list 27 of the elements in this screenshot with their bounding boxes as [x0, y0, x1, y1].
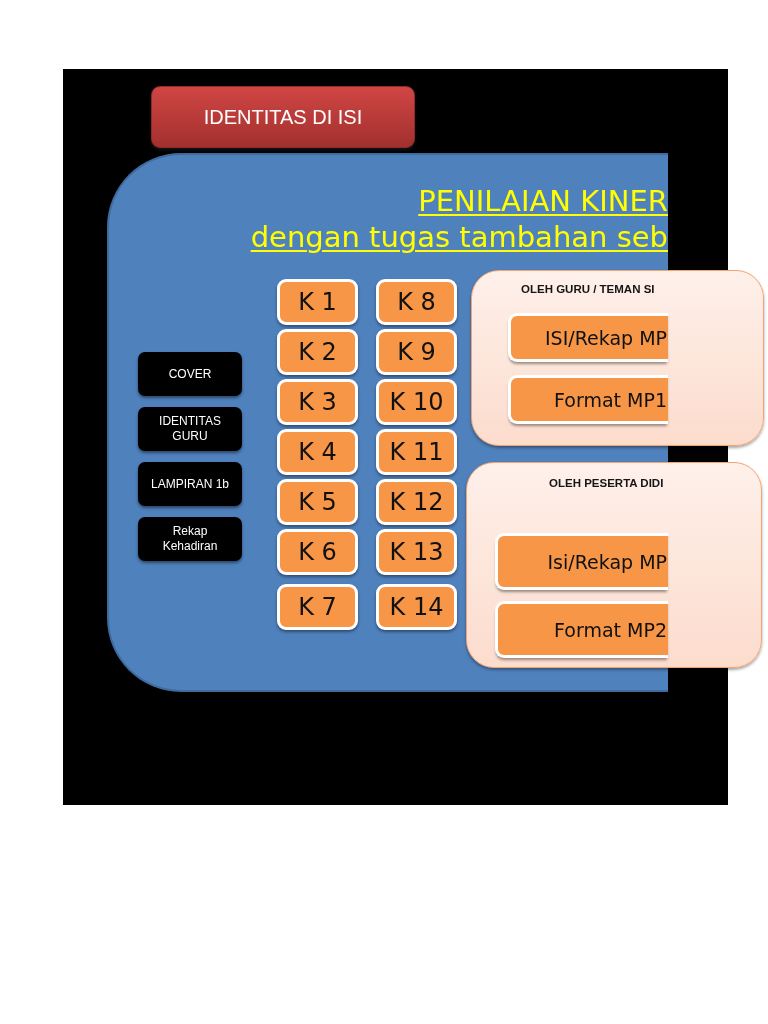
k-button[interactable]: K 8 — [376, 279, 457, 325]
nav-button[interactable]: IDENTITAS GURU — [138, 407, 242, 451]
k-button[interactable]: K 6 — [277, 529, 358, 575]
k-button[interactable]: K 9 — [376, 329, 457, 375]
k-button[interactable]: K 1 — [277, 279, 358, 325]
k-button[interactable]: K 14 — [376, 584, 457, 630]
k-button[interactable]: K 13 — [376, 529, 457, 575]
nav-button[interactable]: COVER — [138, 352, 242, 396]
nav-button[interactable]: LAMPIRAN 1b — [138, 462, 242, 506]
k-button[interactable]: K 4 — [277, 429, 358, 475]
subtitle-text: dengan tugas tambahan seb — [250, 220, 668, 254]
title-text: PENILAIAN KINER — [418, 184, 668, 218]
k-button[interactable]: K 12 — [376, 479, 457, 525]
form-button[interactable]: ISI/Rekap MP — [508, 313, 668, 362]
k-button[interactable]: K 5 — [277, 479, 358, 525]
form-button[interactable]: Format MP2 — [495, 601, 668, 658]
k-button[interactable]: K 7 — [277, 584, 358, 630]
header-button[interactable]: IDENTITAS DI ISI — [151, 86, 415, 148]
k-button[interactable]: K 10 — [376, 379, 457, 425]
k-button[interactable]: K 3 — [277, 379, 358, 425]
section-heading: OLEH PESERTA DIDI — [549, 476, 664, 491]
form-button[interactable]: Isi/Rekap MP — [495, 533, 668, 590]
nav-button[interactable]: Rekap Kehadiran — [138, 517, 242, 561]
k-button[interactable]: K 2 — [277, 329, 358, 375]
k-button[interactable]: K 11 — [376, 429, 457, 475]
section-heading: OLEH GURU / TEMAN SI — [521, 282, 655, 297]
form-button[interactable]: Format MP1 — [508, 375, 668, 424]
